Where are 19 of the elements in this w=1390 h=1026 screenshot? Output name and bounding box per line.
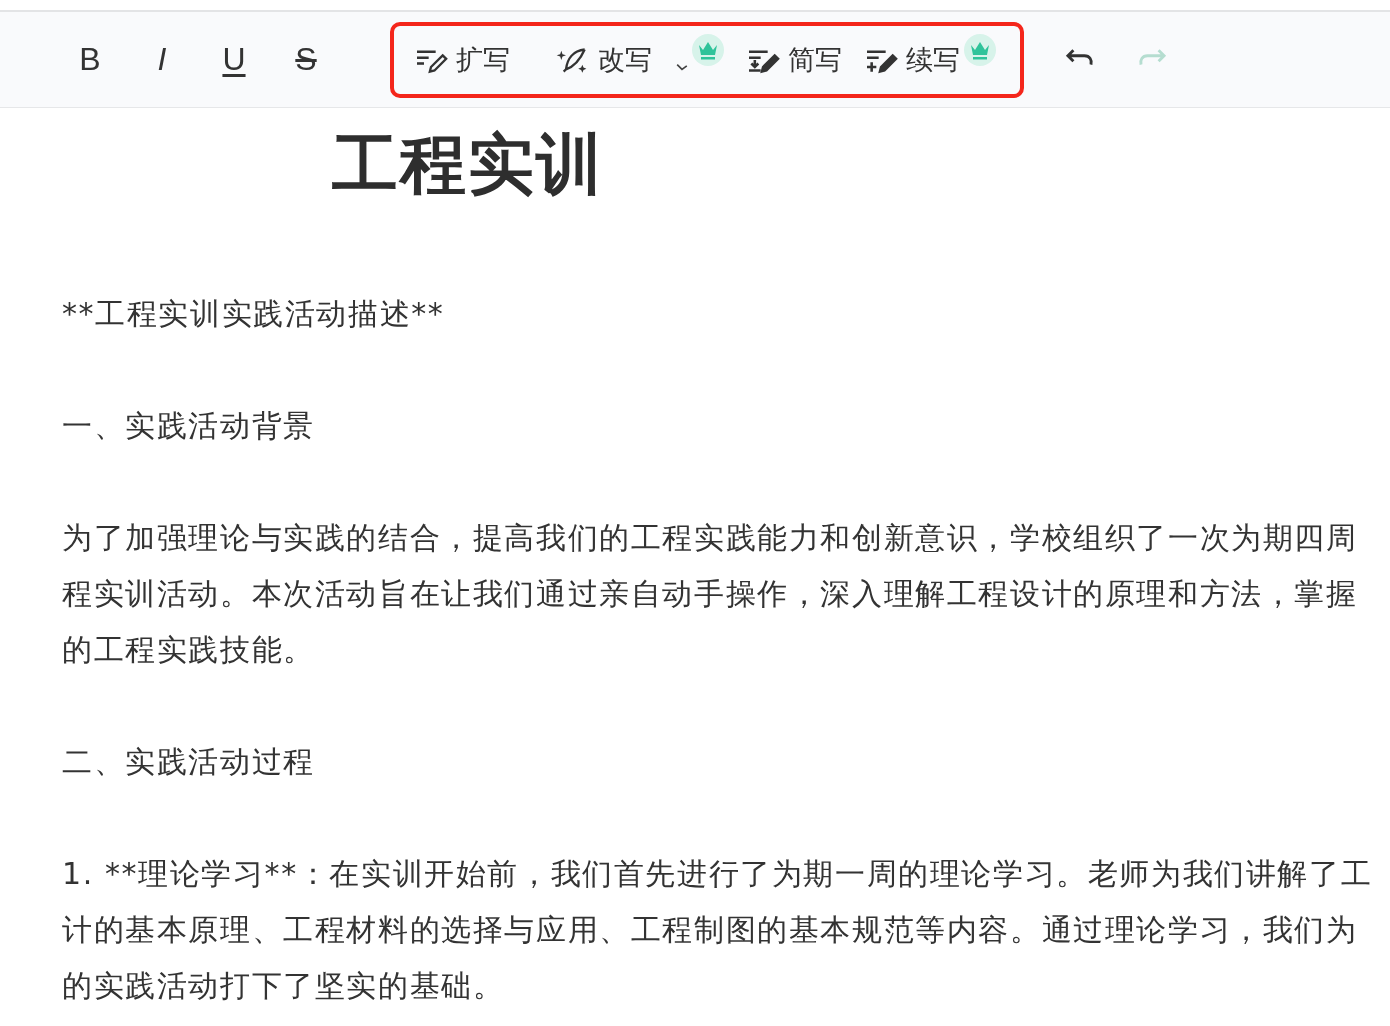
- text-line: 的实践活动打下了坚实的基础。: [62, 967, 505, 1005]
- text-line: 为了加强理论与实践的结合，提高我们的工程实践能力和创新意识，学校组织了一次为期四周: [62, 519, 1358, 557]
- expand-button[interactable]: 扩写: [414, 41, 510, 78]
- italic-button[interactable]: I: [142, 39, 182, 80]
- text-line: 的工程实践技能。: [62, 631, 315, 669]
- text-line: 二、实践活动过程: [62, 743, 315, 781]
- bold-button[interactable]: B: [70, 39, 110, 80]
- text-line: **工程实训实践活动描述**: [62, 295, 445, 333]
- text-line: 计的基本原理、工程材料的选择与应用、工程制图的基本规范等内容。通过理论学习，我们为: [62, 911, 1358, 949]
- shorten-button[interactable]: 简写: [746, 41, 842, 78]
- text-line: 1. **理论学习**：在实训开始前，我们首先进行了为期一周的理论学习。老师为我们讲解了工: [62, 855, 1373, 893]
- text-line: 一、实践活动背景: [62, 407, 315, 445]
- continue-button[interactable]: 续写: [864, 41, 960, 78]
- strike-button[interactable]: S: [286, 39, 326, 80]
- rewrite-button[interactable]: 改写: [556, 41, 652, 78]
- underline-button[interactable]: U: [214, 39, 254, 80]
- document-title: 工程实训: [332, 125, 605, 205]
- caret-icon[interactable]: [676, 61, 688, 72]
- text-line: 程实训活动。本次活动旨在让我们通过亲自动手操作，深入理解工程设计的原理和方法，掌握: [62, 575, 1358, 613]
